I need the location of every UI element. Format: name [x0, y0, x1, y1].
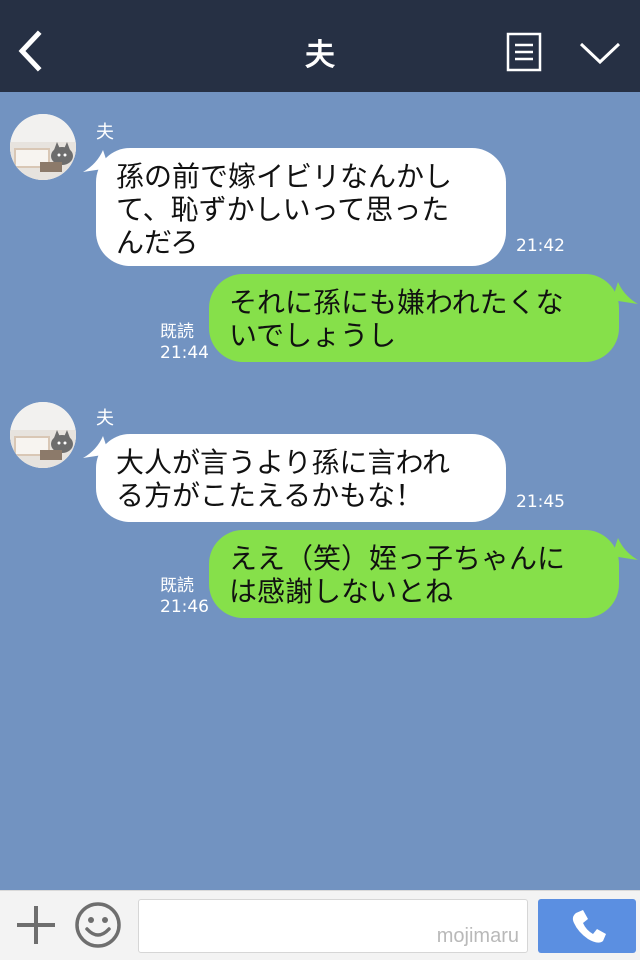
- cat-photo-icon: [10, 114, 76, 180]
- message-bubble-outgoing[interactable]: それに孫にも嫌われたくな いでしょうし: [209, 274, 619, 362]
- watermark-text: mojimaru: [436, 925, 519, 947]
- message-bubble-incoming[interactable]: 大人が言うより孫に言われ る方がこたえるかもな！: [96, 434, 506, 522]
- message-line: ええ（笑）姪っ子ちゃんに: [229, 542, 566, 575]
- chat-area[interactable]: 夫 孫の前で嫁イビリなんかし て、恥ずかしいって思った んだろ 21:42 既読…: [0, 92, 640, 890]
- message-bubble-outgoing[interactable]: ええ（笑）姪っ子ちゃんに は感謝しないとね: [209, 530, 619, 618]
- read-receipt: 既読: [160, 576, 194, 596]
- avatar[interactable]: [10, 402, 76, 468]
- bubble-tail: [612, 538, 638, 560]
- phone-icon: [572, 910, 606, 943]
- message-time: 21:45: [516, 492, 565, 512]
- input-bar: mojimaru: [0, 890, 640, 960]
- call-button[interactable]: [538, 899, 636, 953]
- message-time: 21:44: [160, 343, 209, 363]
- chat-title: 夫: [305, 38, 335, 73]
- message-line: いでしょうし: [229, 319, 397, 352]
- sender-name: 夫: [96, 408, 114, 429]
- message-time: 21:42: [516, 236, 565, 256]
- message-bubble-incoming[interactable]: 孫の前で嫁イビリなんかし て、恥ずかしいって思った んだろ: [96, 148, 506, 266]
- message-line: それに孫にも嫌われたくな: [229, 286, 564, 319]
- message-line: 大人が言うより孫に言われ: [116, 446, 451, 479]
- read-receipt: 既読: [160, 322, 194, 342]
- message-line: て、恥ずかしいって思った: [116, 193, 450, 226]
- message-line: る方がこたえるかもな！: [116, 479, 424, 512]
- smiley-icon[interactable]: [74, 901, 122, 949]
- bubble-tail: [612, 282, 638, 304]
- cat-photo-icon: [10, 402, 76, 468]
- avatar[interactable]: [10, 114, 76, 180]
- chat-header: 夫: [0, 0, 640, 92]
- message-line: は感謝しないとね: [229, 575, 454, 608]
- sender-name: 夫: [96, 122, 114, 143]
- message-line: んだろ: [116, 226, 199, 259]
- message-time: 21:46: [160, 597, 209, 617]
- notes-icon[interactable]: [506, 32, 542, 72]
- message-input[interactable]: mojimaru: [138, 899, 528, 953]
- plus-icon[interactable]: [14, 903, 58, 947]
- message-line: 孫の前で嫁イビリなんかし: [116, 160, 453, 193]
- chevron-down-icon[interactable]: [578, 38, 622, 68]
